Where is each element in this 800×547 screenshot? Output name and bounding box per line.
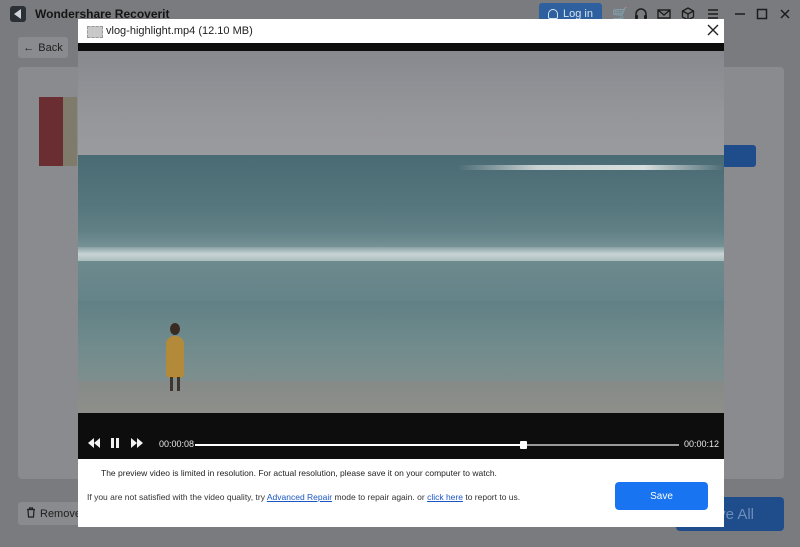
seek-bar-handle[interactable] <box>519 441 527 449</box>
login-label: Log in <box>563 7 593 20</box>
minimize-icon[interactable] <box>733 7 747 21</box>
user-icon <box>548 8 558 19</box>
file-title: vlog-highlight.mp4 (12.10 MB) <box>106 25 253 37</box>
video-sky <box>78 51 724 155</box>
video-file-icon <box>87 26 103 38</box>
current-time: 00:00:08 <box>159 439 195 449</box>
seek-bar[interactable] <box>195 441 679 449</box>
arrow-left-icon: ← <box>23 41 35 54</box>
total-time: 00:00:12 <box>684 439 720 449</box>
pause-icon[interactable] <box>109 437 121 452</box>
hint-prefix: If you are not satisfied with the video … <box>87 492 267 502</box>
video-person <box>170 377 180 391</box>
video-foam <box>78 261 724 301</box>
quality-hint: If you are not satisfied with the video … <box>87 492 520 502</box>
video-person <box>166 336 184 378</box>
seek-bar-progress <box>195 444 523 446</box>
video-player[interactable]: 00:00:08 00:00:12 <box>78 43 724 459</box>
save-button[interactable]: Save <box>615 482 708 510</box>
hint-middle: mode to repair again. or <box>332 492 428 502</box>
file-thumbnail[interactable] <box>39 97 77 166</box>
repair-button[interactable] <box>724 145 756 167</box>
resolution-notice: The preview video is limited in resoluti… <box>101 468 497 478</box>
dialog-header: vlog-highlight.mp4 (12.10 MB) <box>78 19 724 43</box>
rewind-icon[interactable] <box>87 437 101 452</box>
click-here-link[interactable]: click here <box>427 492 463 502</box>
close-icon[interactable] <box>706 23 720 37</box>
video-wave <box>78 247 724 261</box>
maximize-icon[interactable] <box>755 7 769 21</box>
video-wave <box>78 231 724 247</box>
video-preview-dialog: vlog-highlight.mp4 (12.10 MB) 00:00:08 0… <box>78 19 724 527</box>
back-label: Back <box>38 41 63 54</box>
advanced-repair-link[interactable]: Advanced Repair <box>267 492 332 502</box>
hint-suffix: to report to us. <box>462 492 521 502</box>
app-logo-icon <box>10 6 26 22</box>
trash-icon <box>26 506 36 521</box>
video-wave <box>458 165 724 170</box>
close-window-icon[interactable] <box>778 7 792 21</box>
fast-forward-icon[interactable] <box>130 437 144 452</box>
video-person <box>170 323 180 335</box>
player-controls: 00:00:08 00:00:12 <box>78 431 724 459</box>
remove-label: Remove <box>40 507 81 520</box>
video-frame[interactable] <box>78 51 724 413</box>
back-button[interactable]: ← Back <box>18 37 68 58</box>
